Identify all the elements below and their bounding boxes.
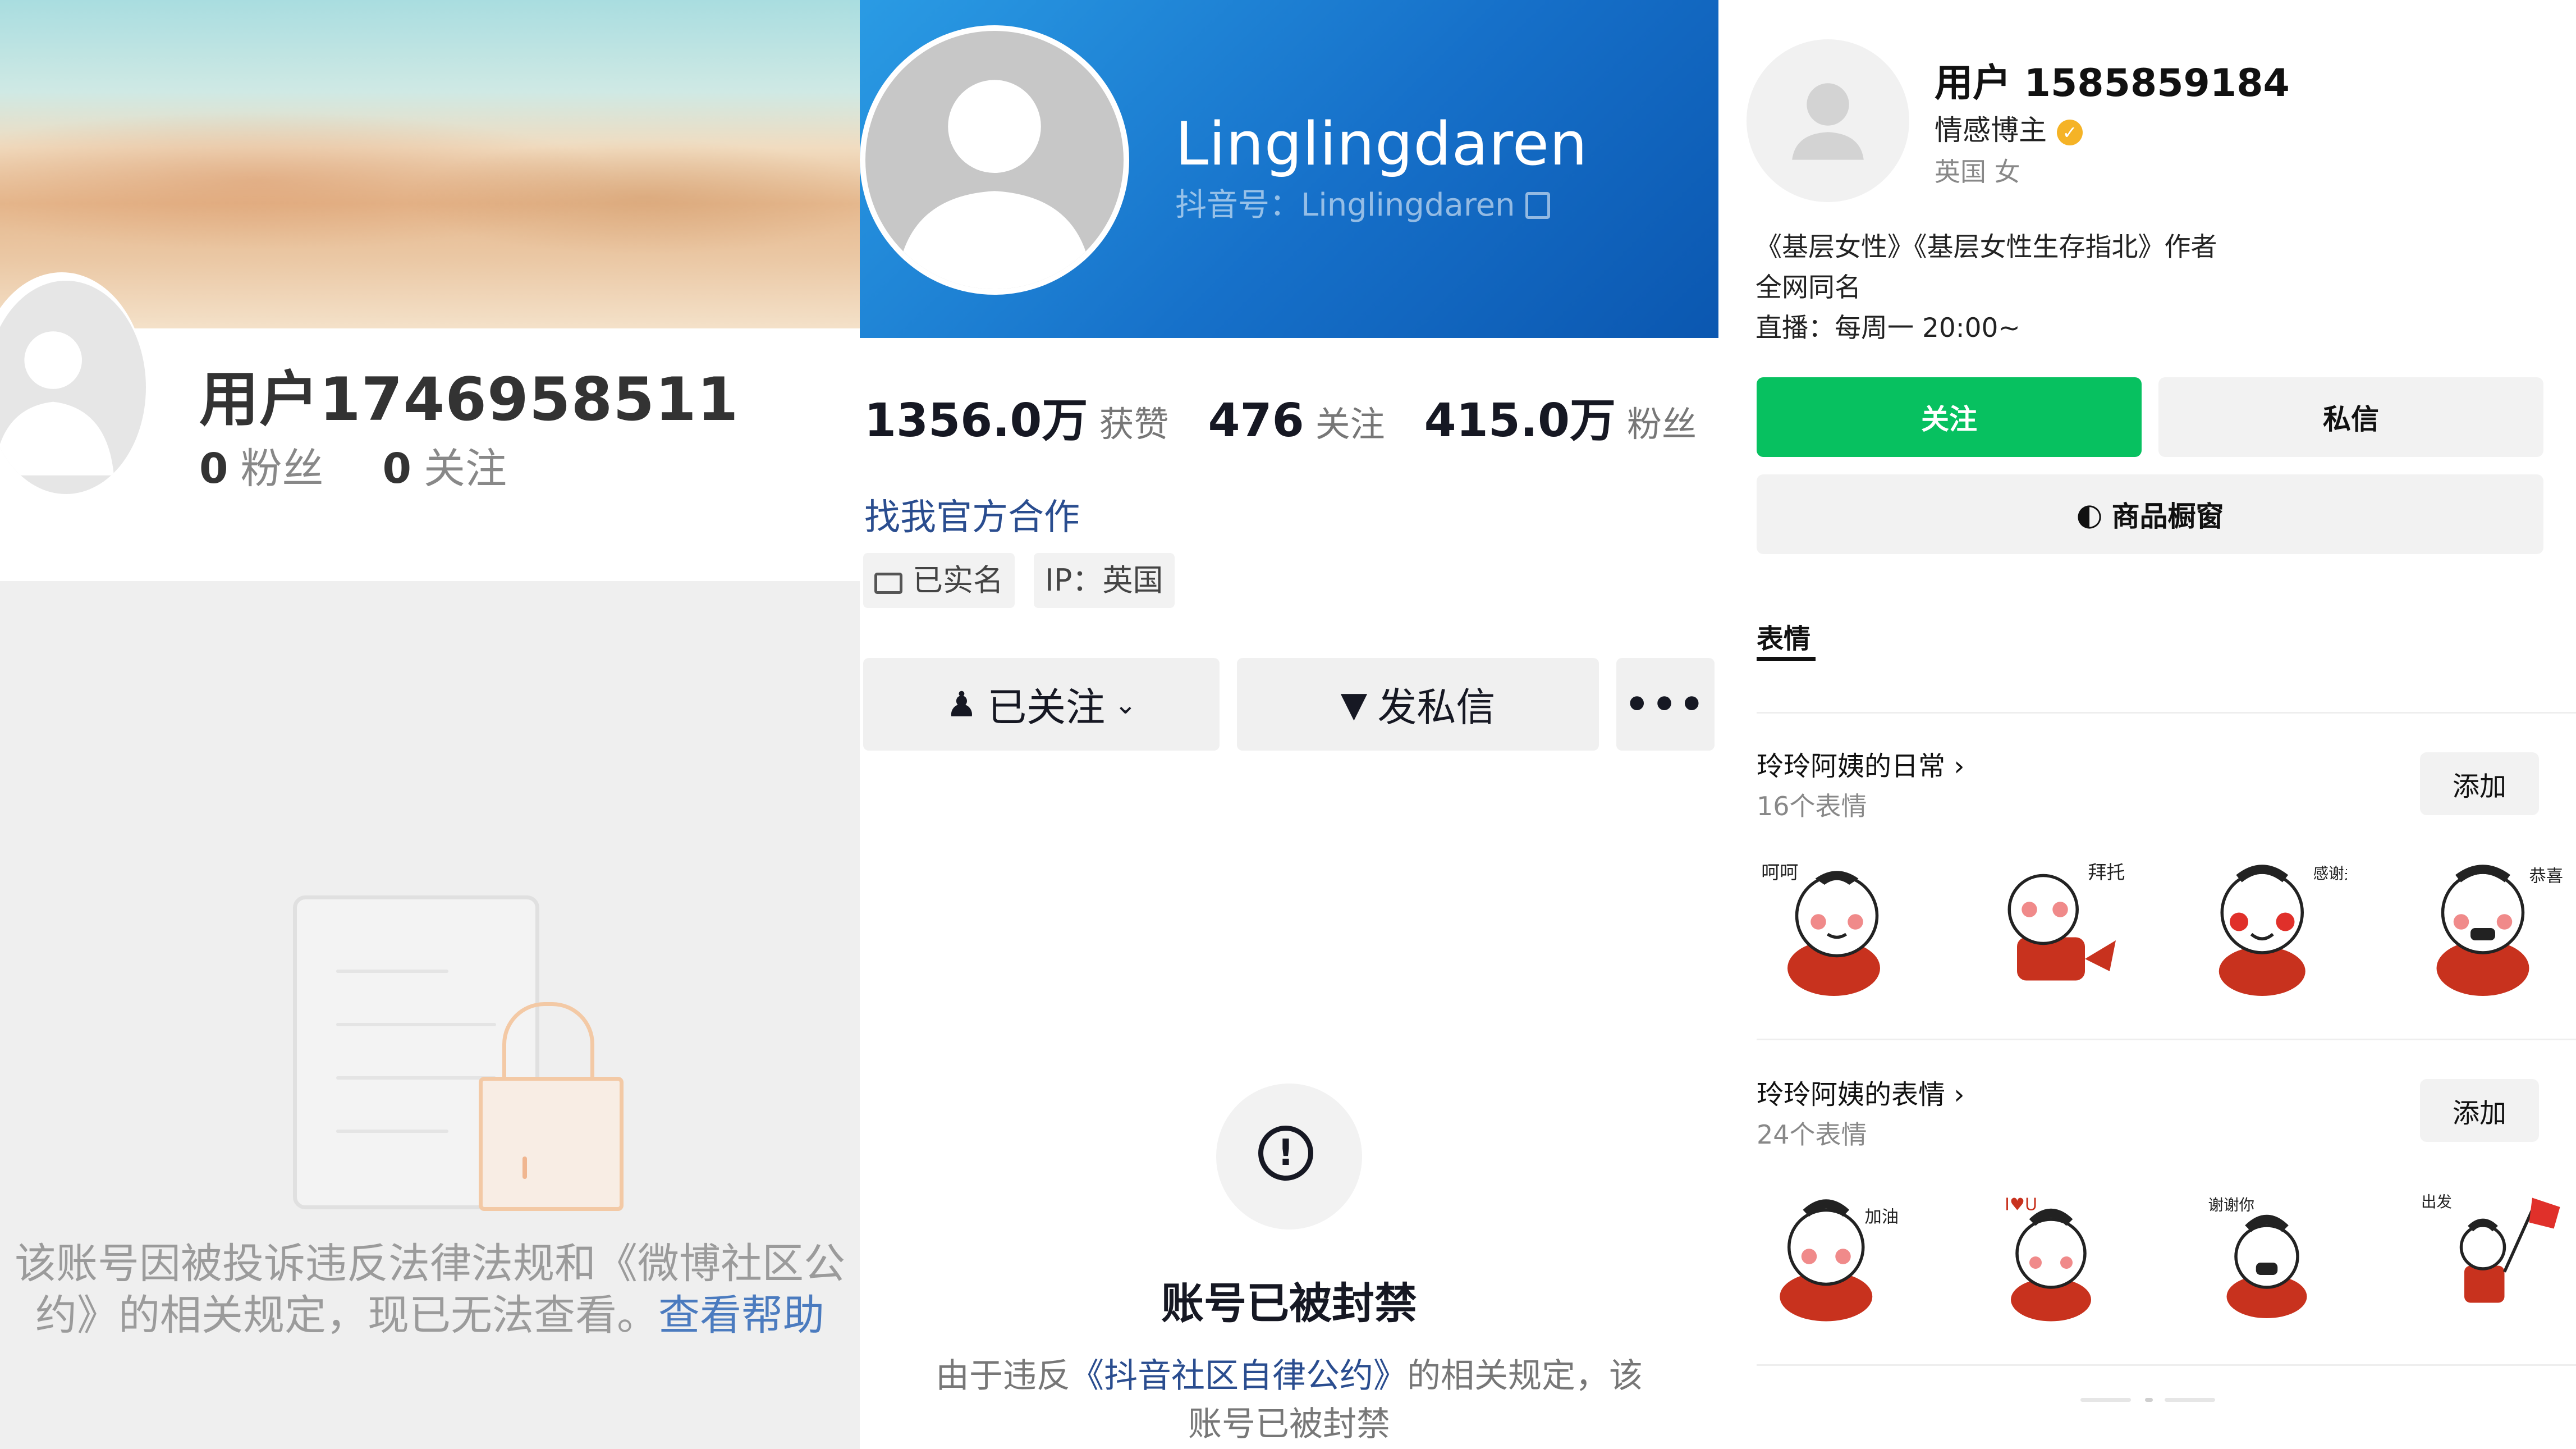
chevron-right-icon: › xyxy=(1954,1079,1965,1110)
copy-icon[interactable] xyxy=(1525,192,1550,219)
display-name: Linglingdaren xyxy=(1175,109,1588,179)
help-link[interactable]: 查看帮助 xyxy=(658,1291,824,1340)
avatar[interactable] xyxy=(865,31,1124,289)
community-rules-link[interactable]: 《抖音社区自律公约》 xyxy=(1070,1356,1407,1396)
profile-banner xyxy=(0,0,860,328)
sticker[interactable]: I♥U xyxy=(1974,1176,2128,1331)
divider xyxy=(1757,1039,2576,1040)
weibo-profile-panel: 用户1746958511 0 粉丝 0 关注 该账号因被投诉违反法律法规和《微博社区公… xyxy=(0,0,860,1449)
following-count[interactable]: 476 关注 xyxy=(1208,394,1424,447)
svg-text:呵呵: 呵呵 xyxy=(1761,861,1798,883)
avatar[interactable] xyxy=(1747,39,1909,202)
chevron-down-icon: ⌄ xyxy=(1114,688,1137,720)
svg-text:I♥U: I♥U xyxy=(2005,1195,2037,1215)
svg-text:拜托: 拜托 xyxy=(2088,861,2125,883)
svg-text:出发: 出发 xyxy=(2421,1193,2452,1211)
profile-stats: 1356.0万 获赞 476 关注 415.0万 粉丝 xyxy=(864,383,1718,450)
follow-button[interactable]: 关注 xyxy=(1757,377,2142,457)
default-avatar-icon xyxy=(896,80,1093,289)
shop-bag-icon: ◐ xyxy=(2076,496,2103,532)
shop-window-button[interactable]: ◐ 商品橱窗 xyxy=(1757,474,2543,554)
verified-icon: ✓ xyxy=(2057,120,2083,145)
page-indicator-dot xyxy=(2145,1398,2153,1402)
divider xyxy=(1757,1364,2576,1366)
tab-indicator xyxy=(1757,657,1816,661)
douyin-profile-panel: Linglingdaren 抖音号：Linglingdaren 1356.0万获… xyxy=(860,0,1718,1449)
page-indicator xyxy=(2165,1398,2215,1402)
sticker[interactable]: 谢谢你 xyxy=(2193,1176,2347,1331)
verified-tag[interactable]: 已实名 xyxy=(863,553,1015,608)
svg-text:恭喜: 恭喜 xyxy=(2529,867,2564,886)
sticker-pack-title[interactable]: 玲玲阿姨的日常 › xyxy=(1757,744,1964,783)
creator-role: 情感博主 ✓ xyxy=(1935,108,2083,148)
wechat-profile-panel: 用户 1585859184 情感博主 ✓ 英国 女 《基层女性》《基层女性生存指北… xyxy=(1718,0,2576,1449)
send-icon: ▼ xyxy=(1340,684,1368,725)
message-button[interactable]: ▼ 发私信 xyxy=(1237,658,1599,751)
svg-text:谢谢你: 谢谢你 xyxy=(2208,1196,2255,1214)
svg-text:感谢关照: 感谢关照 xyxy=(2313,865,2348,883)
fans-count[interactable]: 415.0万 粉丝 xyxy=(1424,394,1718,447)
likes-count[interactable]: 1356.0万 获赞 xyxy=(864,394,1208,447)
divider xyxy=(1757,712,2576,714)
sticker[interactable]: 出发 xyxy=(2409,1176,2563,1331)
exclamation-icon: ! xyxy=(1258,1126,1313,1181)
sticker-pack-title[interactable]: 玲玲阿姨的表情 › xyxy=(1757,1072,1964,1112)
keyhole-icon xyxy=(522,1157,527,1179)
ip-tag: IP：英国 xyxy=(1034,553,1175,608)
display-name: 用户 1585859184 xyxy=(1935,61,2290,106)
message-button[interactable]: 私信 xyxy=(2158,377,2543,457)
sticker[interactable]: 呵呵 xyxy=(1757,848,1911,1002)
user-check-icon: ♟ xyxy=(946,684,978,725)
cooperation-link[interactable]: 找我官方合作 xyxy=(864,488,1080,540)
following-button[interactable]: ♟ 已关注 ⌄ xyxy=(863,658,1220,751)
add-sticker-pack-button[interactable]: 添加 xyxy=(2420,1079,2539,1142)
sticker-pack-count: 16个表情 xyxy=(1757,791,1867,821)
sticker[interactable]: 恭喜 xyxy=(2409,848,2563,1002)
sticker[interactable]: 感谢关照 xyxy=(2193,848,2375,1002)
chevron-right-icon: › xyxy=(1954,751,1965,782)
douyin-id: 抖音号：Linglingdaren xyxy=(1175,180,1550,225)
more-button[interactable]: ••• xyxy=(1616,658,1715,751)
sticker[interactable]: 拜托 xyxy=(1974,848,2128,1002)
username: 用户1746958511 xyxy=(199,365,739,434)
svg-text:加油: 加油 xyxy=(1865,1208,1899,1227)
default-avatar-icon xyxy=(1792,83,1864,160)
location-gender: 英国 女 xyxy=(1935,157,2020,187)
add-sticker-pack-button[interactable]: 添加 xyxy=(2420,752,2539,815)
id-card-icon xyxy=(874,573,902,594)
banned-reason: 由于违反《抖音社区自律公约》的相关规定，该 账号已被封禁 xyxy=(936,1356,1643,1444)
fans-count[interactable]: 0 粉丝 xyxy=(199,445,324,493)
banned-title: 账号已被封禁 xyxy=(1161,1278,1417,1328)
sticker[interactable]: 加油 xyxy=(1757,1176,1911,1331)
page-indicator xyxy=(2080,1398,2131,1402)
tab-stickers[interactable]: 表情 xyxy=(1757,616,1810,656)
sticker-pack-count: 24个表情 xyxy=(1757,1119,1867,1150)
lock-body-icon xyxy=(479,1077,624,1211)
profile-stats: 0 粉丝 0 关注 xyxy=(199,435,507,495)
bio: 《基层女性》《基层女性生存指北》作者 全网同名 直播：每周一 20:00~ xyxy=(1755,232,2217,344)
following-count[interactable]: 0 关注 xyxy=(383,445,507,493)
blocked-message: 该账号因被投诉违反法律法规和《微博社区公 约》的相关规定，现已无法查看。查看帮助 xyxy=(15,1240,845,1340)
